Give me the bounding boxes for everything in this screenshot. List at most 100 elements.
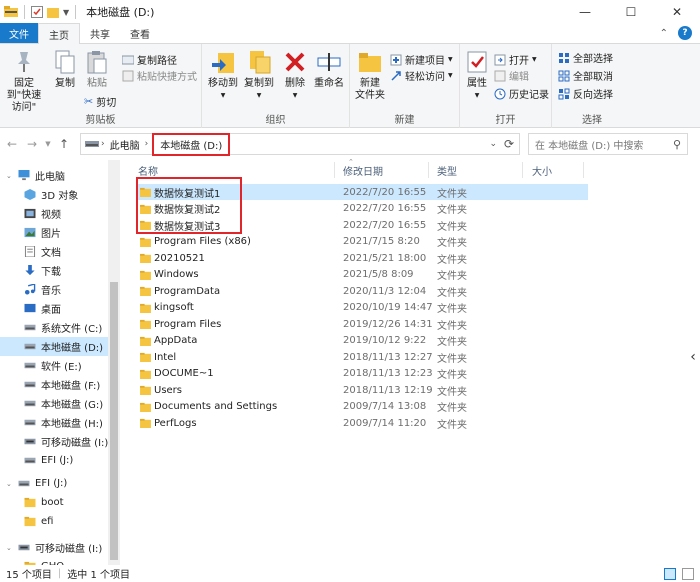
nav-item[interactable]: 文档 (0, 242, 120, 261)
file-row[interactable]: Program Files (x86) 2021/7/15 8:20 文件夹 (138, 234, 588, 250)
nav-item[interactable]: ⌄ 可移动磁盘 (I:) (0, 538, 120, 557)
file-row[interactable]: Documents and Settings 2009/7/14 13:08 文件夹 (138, 399, 588, 415)
file-type: 文件夹 (437, 304, 467, 315)
column-type[interactable]: 类型 (437, 160, 457, 180)
invert-selection-button[interactable]: 反向选择 (558, 86, 613, 101)
file-type: 文件夹 (437, 353, 467, 365)
nav-item[interactable]: 本地磁盘 (H:) (0, 413, 120, 432)
explorer-icon[interactable] (4, 6, 18, 18)
nav-item[interactable]: 视频 (0, 204, 120, 223)
nav-item[interactable]: 本地磁盘 (F:) (0, 375, 120, 394)
file-row[interactable]: AppData 2019/10/12 9:22 文件夹 (138, 333, 588, 349)
breadcrumb[interactable]: › 此电脑 › 本地磁盘 (D:) ⌄ (80, 132, 520, 156)
pin-quick-access-button[interactable]: 固定到"快速访问" (4, 48, 44, 114)
customize-toolbar-icon[interactable]: ▼ (63, 8, 69, 17)
nav-item[interactable]: 软件 (E:) (0, 356, 120, 375)
maximize-button[interactable]: ☐ (608, 0, 654, 24)
tab-file[interactable]: 文件 (0, 23, 38, 43)
file-row[interactable]: Program Files 2019/12/26 14:31 文件夹 (138, 316, 588, 332)
nav-item[interactable]: 音乐 (0, 280, 120, 299)
edit-button[interactable]: 编辑 (494, 68, 529, 83)
nav-item[interactable]: ⌄ EFI (J:) (0, 474, 120, 493)
move-to-button[interactable]: 移动到 ▼ (206, 48, 240, 102)
nav-expand-chevron-icon[interactable]: ⌄ (6, 172, 12, 180)
invert-selection-icon (558, 88, 570, 99)
nav-item[interactable]: EFI (J:) (0, 451, 120, 470)
paste-button[interactable]: 粘贴 (84, 48, 110, 90)
tab-share[interactable]: 共享 (80, 23, 120, 43)
nav-item[interactable]: 3D 对象 (0, 185, 120, 204)
breadcrumb-current[interactable]: 本地磁盘 (D:) (152, 132, 231, 156)
file-row[interactable]: kingsoft 2020/10/19 14:47 文件夹 (138, 300, 588, 316)
column-date[interactable]: 修改日期 (343, 160, 383, 180)
nav-item[interactable]: 本地磁盘 (D:) (0, 337, 120, 356)
properties-button[interactable]: 属性 ▼ (464, 48, 490, 102)
easy-access-button[interactable]: 轻松访问 ▼ (390, 68, 453, 83)
nav-item-label: boot (41, 497, 64, 508)
search-input[interactable]: 在 本地磁盘 (D:) 中搜索 ⚲ (528, 133, 688, 155)
file-row[interactable]: Intel 2018/11/13 12:27 文件夹 (138, 349, 588, 365)
file-name: DOCUME~1 (154, 368, 214, 379)
new-folder-icon[interactable] (47, 6, 59, 18)
minimize-button[interactable]: — (562, 0, 608, 24)
copy-button[interactable]: 复制 (52, 48, 78, 90)
properties-check-icon[interactable] (31, 6, 43, 18)
select-none-button[interactable]: 全部取消 (558, 68, 613, 83)
file-row[interactable]: Users 2018/11/13 12:19 文件夹 (138, 382, 588, 398)
cut-button[interactable]: ✂ 剪切 (84, 94, 116, 109)
file-date: 2020/11/3 12:04 (343, 285, 427, 297)
file-row[interactable]: ProgramData 2020/11/3 12:04 文件夹 (138, 283, 588, 299)
file-row[interactable]: 20210521 2021/5/21 18:00 文件夹 (138, 250, 588, 266)
breadcrumb-separator-icon[interactable]: › (99, 139, 107, 149)
delete-button[interactable]: 删除 ▼ (282, 48, 308, 102)
nav-item[interactable]: efi (0, 512, 120, 531)
nav-expand-chevron-icon[interactable]: ⌄ (6, 544, 12, 552)
close-button[interactable]: ✕ (654, 0, 700, 24)
forward-button[interactable]: → (22, 137, 42, 151)
nav-item[interactable]: 下载 (0, 261, 120, 280)
collapse-ribbon-icon[interactable]: ⌃ (660, 28, 668, 39)
large-icons-view-button[interactable] (682, 567, 694, 580)
up-button[interactable]: ↑ (54, 137, 74, 151)
file-date: 2020/10/19 14:47 (343, 302, 433, 313)
file-row[interactable]: Windows 2021/5/8 8:09 文件夹 (138, 267, 588, 283)
nav-item[interactable]: ⌄ 此电脑 (0, 166, 120, 185)
nav-item[interactable]: 可移动磁盘 (I:) (0, 432, 120, 451)
column-size[interactable]: 大小 (532, 160, 552, 180)
nav-item[interactable]: 图片 (0, 223, 120, 242)
address-dropdown-icon[interactable]: ⌄ (489, 139, 497, 149)
rename-button[interactable]: 重命名 (312, 48, 346, 90)
file-row[interactable]: DOCUME~1 2018/11/13 12:23 文件夹 (138, 366, 588, 382)
history-button[interactable]: 历史记录 (494, 86, 549, 101)
copy-to-button[interactable]: 复制到 ▼ (242, 48, 276, 102)
file-type: 文件夹 (437, 221, 467, 233)
nav-item[interactable]: 系统文件 (C:) (0, 318, 120, 337)
new-folder-button[interactable]: 新建 文件夹 (354, 48, 386, 102)
back-button[interactable]: ← (2, 137, 22, 151)
select-all-button[interactable]: 全部选择 (558, 50, 613, 65)
nav-scrollbar-thumb[interactable] (110, 282, 118, 560)
breadcrumb-this-pc[interactable]: 此电脑 (107, 137, 143, 152)
rename-label: 重命名 (314, 78, 344, 89)
breadcrumb-separator-icon[interactable]: › (143, 139, 151, 149)
nav-item[interactable]: GHO (0, 557, 120, 565)
folder-icon (140, 402, 151, 412)
new-item-button[interactable]: 新建项目 ▼ (390, 52, 453, 67)
preview-pane-toggle-icon[interactable]: ‹ (688, 340, 698, 374)
help-icon[interactable]: ? (678, 26, 692, 40)
tab-home[interactable]: 主页 (38, 23, 80, 44)
refresh-button[interactable]: ⟳ (504, 137, 514, 151)
tab-view[interactable]: 查看 (120, 23, 160, 43)
folder-icon (140, 303, 151, 313)
nav-item[interactable]: 本地磁盘 (G:) (0, 394, 120, 413)
details-view-button[interactable] (664, 567, 676, 580)
nav-expand-chevron-icon[interactable]: ⌄ (6, 480, 12, 488)
nav-item[interactable]: boot (0, 493, 120, 512)
recent-locations-button[interactable]: ▼ (42, 140, 54, 148)
file-row[interactable]: PerfLogs 2009/7/14 11:20 文件夹 (138, 415, 588, 431)
open-button[interactable]: 打开 ▼ (494, 52, 537, 67)
file-date: 2021/7/15 8:20 (343, 236, 420, 247)
paste-shortcut-button[interactable]: 粘贴快捷方式 (122, 68, 197, 83)
copy-path-button[interactable]: 复制路径 (122, 52, 177, 67)
nav-item[interactable]: 桌面 (0, 299, 120, 318)
